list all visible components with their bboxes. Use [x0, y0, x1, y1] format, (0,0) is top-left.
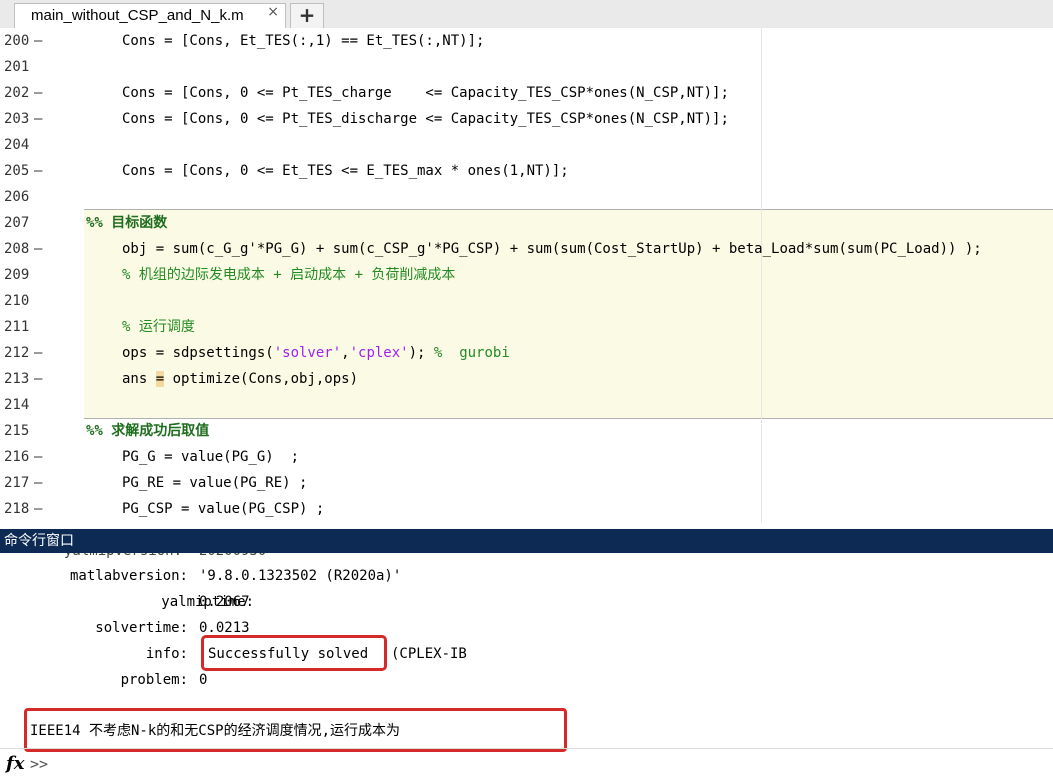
code-line: 209 % 机组的边际发电成本 + 启动成本 + 负荷削减成本 [0, 262, 1053, 288]
code-comment: % 机组的边际发电成本 + 启动成本 + 负荷削减成本 [122, 267, 456, 283]
breakpoint-marker[interactable]: — [34, 366, 42, 392]
line-number: 207 [4, 215, 30, 231]
line-number: 214 [4, 397, 30, 413]
code-comment: % gurobi [433, 345, 510, 361]
code-line: 207 %% 目标函数 [0, 210, 1053, 236]
breakpoint-marker[interactable]: — [34, 236, 42, 262]
code-text: PG_G = value(PG_G) ; [122, 449, 300, 465]
code-line: 203 — Cons = [Cons, 0 <= Pt_TES_discharg… [0, 106, 1053, 132]
output-value: 0 [199, 672, 208, 688]
annotation-box-success [201, 635, 387, 671]
code-text: Cons = [Cons, 0 <= Pt_TES_charge <= Capa… [122, 85, 729, 101]
code-part: ops = sdpsettings( [122, 345, 274, 361]
code-text: Cons = [Cons, Et_TES(:,1) == Et_TES(:,NT… [122, 33, 485, 49]
command-window-title: 命令行窗口 [0, 529, 1053, 553]
code-line: 212 — ops = sdpsettings('solver','cplex'… [0, 340, 1053, 366]
output-key: matlabversion: [69, 568, 188, 584]
output-value: '9.8.0.1323502 (R2020a)' [199, 568, 402, 584]
line-number: 211 [4, 319, 30, 335]
breakpoint-marker[interactable]: — [34, 470, 42, 496]
code-comment: % 运行调度 [122, 319, 195, 335]
command-prompt[interactable]: fx >> [0, 748, 1053, 780]
line-number: 206 [4, 189, 30, 205]
output-value: (CPLEX-IB [391, 646, 467, 662]
code-string: 'cplex' [349, 345, 409, 361]
prompt-symbol: >> [30, 755, 49, 773]
warning-highlight[interactable]: = [155, 371, 165, 387]
file-tab-title: main_without_CSP_and_N_k.m [31, 7, 244, 24]
code-line: 208 — obj = sum(c_G_g'*PG_G) + sum(c_CSP… [0, 236, 1053, 262]
code-line: 211 % 运行调度 [0, 314, 1053, 340]
output-key: solvertime: [95, 620, 188, 636]
cell-title: %% 目标函数 [86, 215, 168, 231]
file-tab[interactable]: main_without_CSP_and_N_k.m × [14, 3, 286, 28]
code-line: 218 — PG_CSP = value(PG_CSP) ; [0, 496, 1053, 522]
breakpoint-marker[interactable]: — [34, 28, 42, 54]
output-value: 0.2067 [199, 594, 250, 610]
line-number: 208 [4, 241, 30, 257]
breakpoint-marker[interactable]: — [34, 158, 42, 184]
code-part: ); [408, 345, 434, 361]
breakpoint-marker[interactable]: — [34, 80, 42, 106]
line-number: 204 [4, 137, 30, 153]
line-number: 212 [4, 345, 30, 361]
code-line: 217 — PG_RE = value(PG_RE) ; [0, 470, 1053, 496]
code-line: 202 — Cons = [Cons, 0 <= Pt_TES_charge <… [0, 80, 1053, 106]
breakpoint-marker[interactable]: — [34, 106, 42, 132]
cell-title: %% 求解成功后取值 [86, 423, 210, 439]
breakpoint-marker[interactable]: — [34, 340, 42, 366]
output-key: problem: [120, 672, 188, 688]
breakpoint-marker[interactable]: — [34, 444, 42, 470]
line-number: 217 [4, 475, 30, 491]
breakpoint-marker[interactable]: — [34, 496, 42, 522]
code-text: PG_CSP = value(PG_CSP) ; [122, 501, 325, 517]
code-string: 'solver' [273, 345, 342, 361]
code-part: , [341, 345, 350, 361]
code-line: 216 — PG_G = value(PG_G) ; [0, 444, 1053, 470]
code-line: 206 [0, 184, 1053, 210]
code-line: 201 [0, 54, 1053, 80]
code-part: ans [122, 371, 156, 387]
code-line: 215 %% 求解成功后取值 [0, 418, 1053, 444]
line-number: 209 [4, 267, 30, 283]
code-text: Cons = [Cons, 0 <= Pt_TES_discharge <= C… [122, 111, 729, 127]
code-part: optimize(Cons,obj,ops) [164, 371, 359, 387]
code-line: 214 [0, 392, 1053, 418]
line-number: 203 [4, 111, 30, 127]
annotation-box-message [24, 708, 567, 752]
code-text: ops = sdpsettings('solver','cplex'); % g… [122, 340, 510, 366]
editor-tab-bar: main_without_CSP_and_N_k.m × + [0, 0, 1053, 29]
code-line: 200 — Cons = [Cons, Et_TES(:,1) == Et_TE… [0, 28, 1053, 54]
code-text: Cons = [Cons, 0 <= Et_TES <= E_TES_max *… [122, 163, 569, 179]
code-line: 210 [0, 288, 1053, 314]
line-number: 213 [4, 371, 30, 387]
code-line: 205 — Cons = [Cons, 0 <= Et_TES <= E_TES… [0, 158, 1053, 184]
output-key: info: [145, 646, 188, 662]
code-line: 204 [0, 132, 1053, 158]
code-text: obj = sum(c_G_g'*PG_G) + sum(c_CSP_g'*PG… [122, 241, 982, 257]
line-number: 200 [4, 33, 30, 49]
code-line: 213 — ans = optimize(Cons,obj,ops) [0, 366, 1053, 392]
line-number: 210 [4, 293, 30, 309]
code-text: PG_RE = value(PG_RE) ; [122, 475, 308, 491]
new-tab-button[interactable]: + [290, 3, 324, 28]
function-browser-icon[interactable]: fx [6, 753, 24, 774]
line-number: 202 [4, 85, 30, 101]
line-number: 216 [4, 449, 30, 465]
line-number: 215 [4, 423, 30, 439]
code-editor[interactable]: 200 — Cons = [Cons, Et_TES(:,1) == Et_TE… [0, 28, 1053, 523]
line-number: 201 [4, 59, 30, 75]
line-number: 218 [4, 501, 30, 517]
output-partial-line: yalmipversion: '20200930' [64, 553, 275, 561]
code-text: ans = optimize(Cons,obj,ops) [122, 366, 358, 392]
line-number: 205 [4, 163, 30, 179]
close-tab-icon[interactable]: × [267, 4, 279, 20]
